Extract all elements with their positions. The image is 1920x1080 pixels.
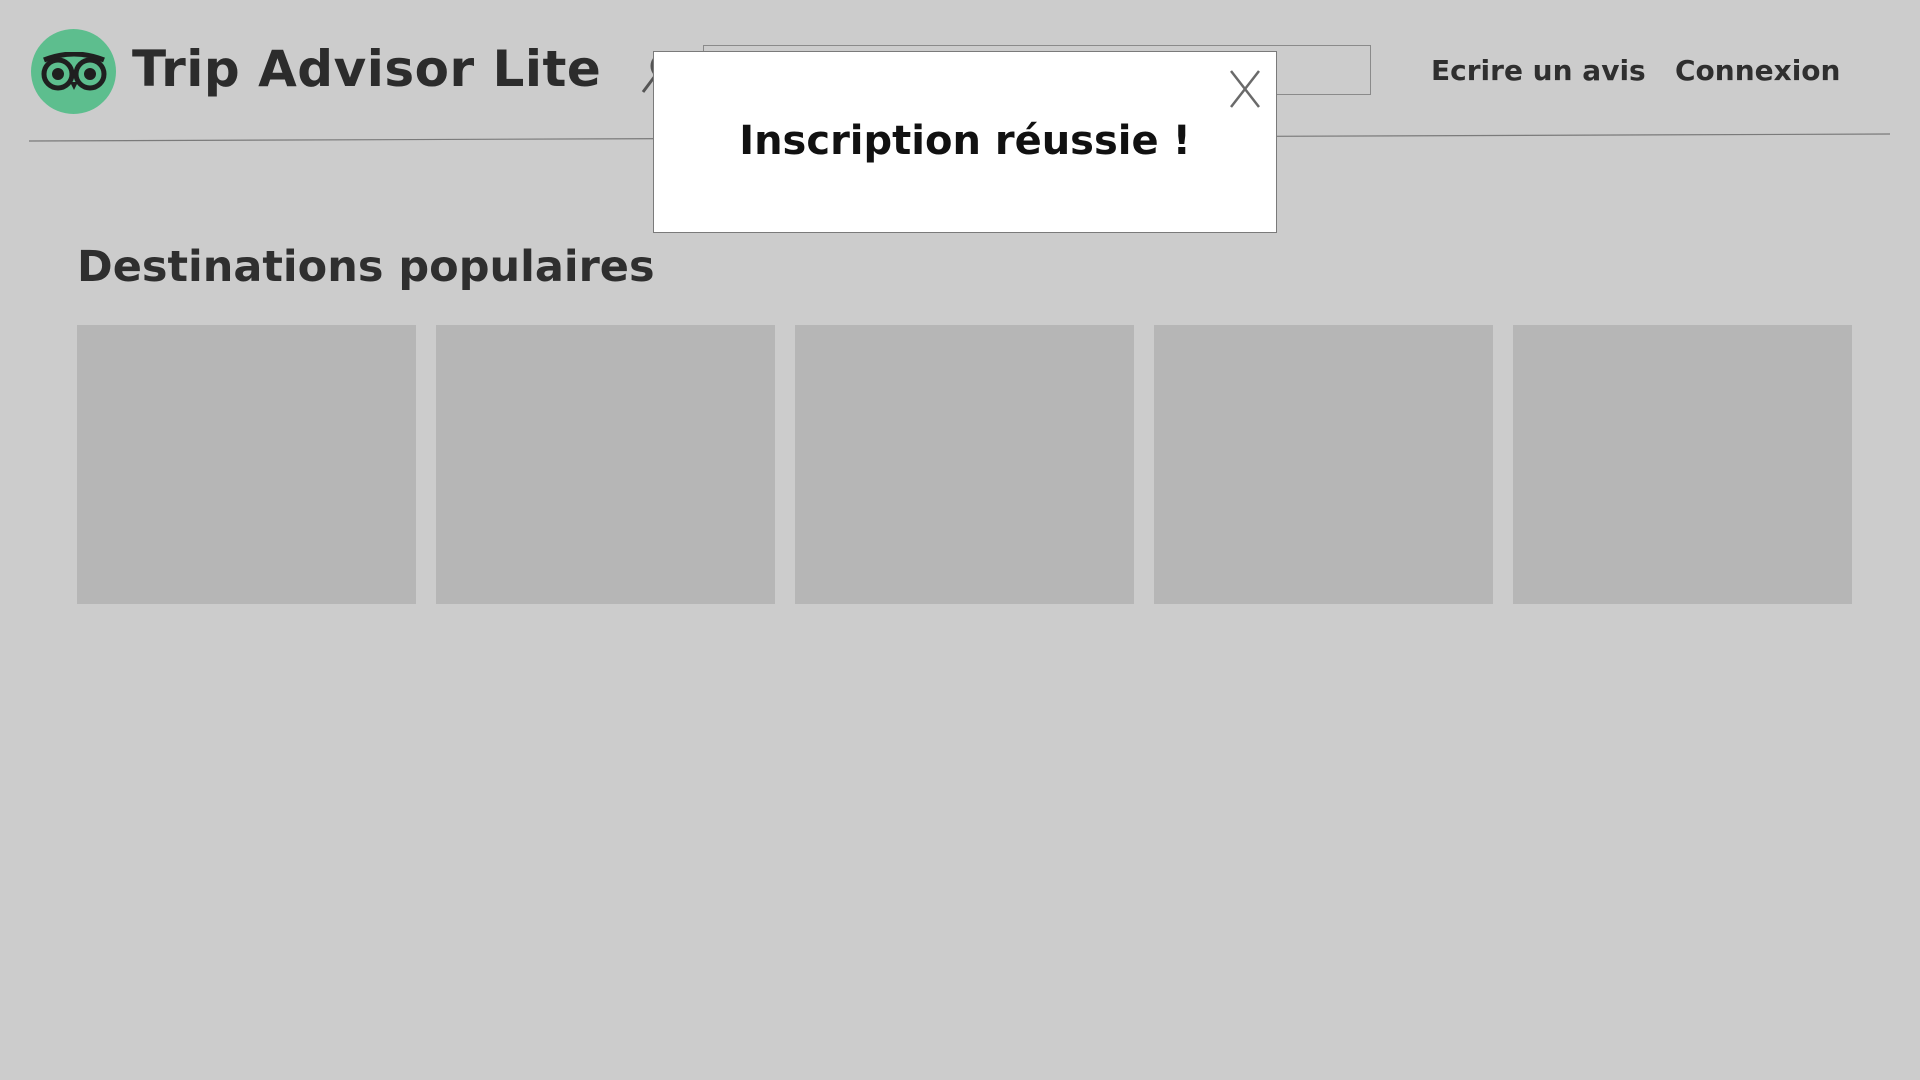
logo[interactable] [31, 29, 116, 114]
page: Trip Advisor Lite Ecrire un avis Connexi… [0, 0, 1920, 1080]
modal-message: Inscription réussie ! [739, 118, 1191, 164]
success-modal: Inscription réussie ! [653, 51, 1277, 233]
destination-card[interactable] [77, 325, 416, 604]
destination-card[interactable] [1513, 325, 1852, 604]
close-icon[interactable] [1228, 68, 1262, 110]
login-link[interactable]: Connexion [1675, 54, 1840, 87]
destination-card[interactable] [436, 325, 775, 604]
destination-cards [77, 325, 1852, 604]
app-title: Trip Advisor Lite [132, 40, 602, 98]
section-title: Destinations populaires [77, 242, 655, 292]
destination-card[interactable] [795, 325, 1134, 604]
write-review-link[interactable]: Ecrire un avis [1431, 54, 1646, 87]
owl-eyes-icon [41, 51, 106, 90]
destination-card[interactable] [1154, 325, 1493, 604]
